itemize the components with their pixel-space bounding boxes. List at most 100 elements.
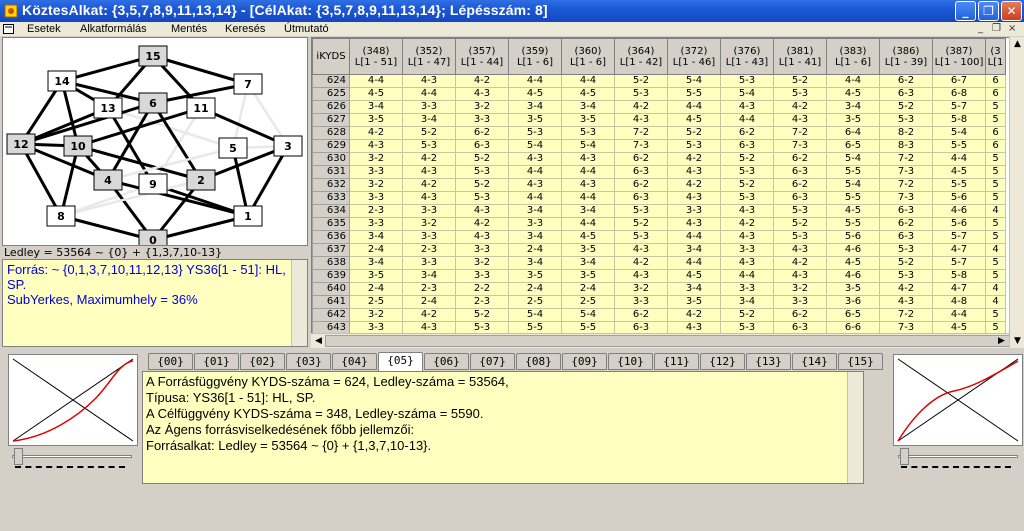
- table-cell[interactable]: 4-4: [667, 230, 721, 244]
- column-header[interactable]: (359) L[1 - 6]: [508, 38, 562, 75]
- tab-07[interactable]: {07}: [470, 353, 515, 370]
- table-cell[interactable]: 7-3: [614, 139, 668, 153]
- column-header[interactable]: (352) L[1 - 47]: [402, 38, 456, 75]
- table-vertical-scrollbar[interactable]: ▲ ▼: [1009, 37, 1024, 348]
- table-cell[interactable]: 5-7: [932, 100, 986, 114]
- table-cell[interactable]: 4-2: [402, 178, 456, 192]
- table-cell[interactable]: 4-2: [455, 74, 509, 88]
- table-cell[interactable]: 5-3: [720, 191, 774, 205]
- table-cell[interactable]: 4-3: [614, 243, 668, 257]
- table-cell[interactable]: 4: [985, 282, 1006, 296]
- close-button[interactable]: ✕: [1001, 1, 1022, 21]
- table-cell[interactable]: 4-4: [561, 191, 615, 205]
- table-cell[interactable]: 4-2: [667, 308, 721, 322]
- table-cell[interactable]: 5-5: [826, 191, 880, 205]
- table-cell[interactable]: 3-4: [349, 100, 403, 114]
- table-cell[interactable]: 5-2: [879, 256, 933, 270]
- table-cell[interactable]: 2-3: [402, 243, 456, 257]
- hasse-graph[interactable]: 0123456789101112131415: [3, 38, 307, 251]
- table-cell[interactable]: 3-4: [402, 113, 456, 127]
- tab-10[interactable]: {10}: [608, 353, 653, 370]
- table-cell[interactable]: 3-3: [349, 191, 403, 205]
- table-cell[interactable]: 2-4: [508, 282, 562, 296]
- table-cell[interactable]: 7-3: [773, 139, 827, 153]
- table-cell[interactable]: 5: [985, 152, 1006, 166]
- table-cell[interactable]: 4-3: [667, 165, 721, 179]
- table-cell[interactable]: 4-3: [773, 243, 827, 257]
- table-cell[interactable]: 5-3: [720, 74, 774, 88]
- table-cell[interactable]: 5-3: [879, 269, 933, 283]
- table-cell[interactable]: 5-4: [508, 139, 562, 153]
- table-cell[interactable]: 5-3: [614, 204, 668, 218]
- table-cell[interactable]: 4-3: [667, 217, 721, 231]
- table-cell[interactable]: 4-4: [561, 165, 615, 179]
- table-cell[interactable]: 5-2: [614, 74, 668, 88]
- table-cell[interactable]: 7-2: [879, 308, 933, 322]
- table-cell[interactable]: 5: [985, 230, 1006, 244]
- table-cell[interactable]: 3-4: [720, 295, 774, 309]
- table-cell[interactable]: 6-8: [932, 87, 986, 101]
- table-cell[interactable]: 6-2: [614, 178, 668, 192]
- graph-node-11[interactable]: 11: [186, 97, 216, 119]
- table-cell[interactable]: 4: [985, 295, 1006, 309]
- table-cell[interactable]: 6-3: [773, 191, 827, 205]
- menu-kereses[interactable]: Keresés: [225, 22, 265, 36]
- column-header[interactable]: (348) L[1 - 51]: [349, 38, 403, 75]
- table-cell[interactable]: 6-3: [614, 191, 668, 205]
- table-cell[interactable]: 3-2: [773, 282, 827, 296]
- table-cell[interactable]: 5-4: [932, 126, 986, 140]
- table-cell[interactable]: 3-5: [561, 243, 615, 257]
- table-cell[interactable]: 4-2: [773, 256, 827, 270]
- tab-13[interactable]: {13}: [746, 353, 791, 370]
- menu-esetek[interactable]: Esetek: [27, 22, 61, 36]
- graph-node-14[interactable]: 14: [47, 70, 77, 92]
- table-cell[interactable]: 4: [985, 204, 1006, 218]
- table-cell[interactable]: 6-2: [614, 308, 668, 322]
- table-cell[interactable]: 4-7: [932, 282, 986, 296]
- table-row[interactable]: 629 4-3 5-3 6-3 5-4 5-4 7-3 5-3 6-3 7-3 6-5 8-3 5-5 6: [312, 139, 1006, 153]
- table-cell[interactable]: 3-4: [402, 269, 456, 283]
- table-cell[interactable]: 6-3: [879, 87, 933, 101]
- graph-node-13[interactable]: 13: [93, 97, 123, 119]
- scroll-up-icon[interactable]: ▲: [1010, 37, 1024, 51]
- table-cell[interactable]: 7-2: [773, 126, 827, 140]
- target-slider[interactable]: [898, 448, 1018, 468]
- table-cell[interactable]: 4-2: [773, 100, 827, 114]
- table-cell[interactable]: 4-3: [455, 230, 509, 244]
- table-cell[interactable]: 5: [985, 178, 1006, 192]
- table-cell[interactable]: 5-4: [826, 178, 880, 192]
- table-row[interactable]: 631 3-3 4-3 5-3 4-4 4-4 6-3 4-3 5-3 6-3 5-5 7-3 4-5 5: [312, 165, 1006, 179]
- graph-node-1[interactable]: 1: [233, 205, 263, 227]
- table-cell[interactable]: 5-2: [879, 100, 933, 114]
- table-cell[interactable]: 3-5: [561, 269, 615, 283]
- table-cell[interactable]: 5-3: [455, 191, 509, 205]
- table-cell[interactable]: 4-8: [932, 295, 986, 309]
- table-cell[interactable]: 2-5: [349, 295, 403, 309]
- table-cell[interactable]: 6-3: [455, 139, 509, 153]
- scroll-left-icon[interactable]: ◀: [311, 334, 326, 348]
- table-cell[interactable]: 3-2: [349, 178, 403, 192]
- table-cell[interactable]: 7-2: [879, 178, 933, 192]
- tab-06[interactable]: {06}: [424, 353, 469, 370]
- table-cell[interactable]: 5: [985, 100, 1006, 114]
- mdi-restore-button[interactable]: ❐: [992, 23, 1001, 34]
- table-cell[interactable]: 5-2: [402, 126, 456, 140]
- table-cell[interactable]: 3-2: [349, 152, 403, 166]
- table-cell[interactable]: 5-2: [720, 178, 774, 192]
- column-header[interactable]: (3 L[1: [985, 38, 1006, 75]
- table-cell[interactable]: 3-3: [614, 295, 668, 309]
- graph-node-5[interactable]: 5: [218, 137, 248, 159]
- table-cell[interactable]: 4-3: [455, 204, 509, 218]
- table-cell[interactable]: 3-5: [508, 113, 562, 127]
- mdi-close-button[interactable]: ×: [1008, 23, 1016, 34]
- table-cell[interactable]: 3-2: [349, 308, 403, 322]
- table-cell[interactable]: 5-3: [879, 113, 933, 127]
- table-cell[interactable]: 5-2: [720, 152, 774, 166]
- table-cell[interactable]: 3-3: [402, 204, 456, 218]
- minimize-button[interactable]: _: [955, 1, 976, 21]
- table-cell[interactable]: 6-5: [826, 308, 880, 322]
- table-cell[interactable]: 3-4: [561, 204, 615, 218]
- table-cell[interactable]: 3-4: [561, 256, 615, 270]
- graph-node-0[interactable]: 0: [138, 229, 168, 251]
- table-cell[interactable]: 3-4: [349, 256, 403, 270]
